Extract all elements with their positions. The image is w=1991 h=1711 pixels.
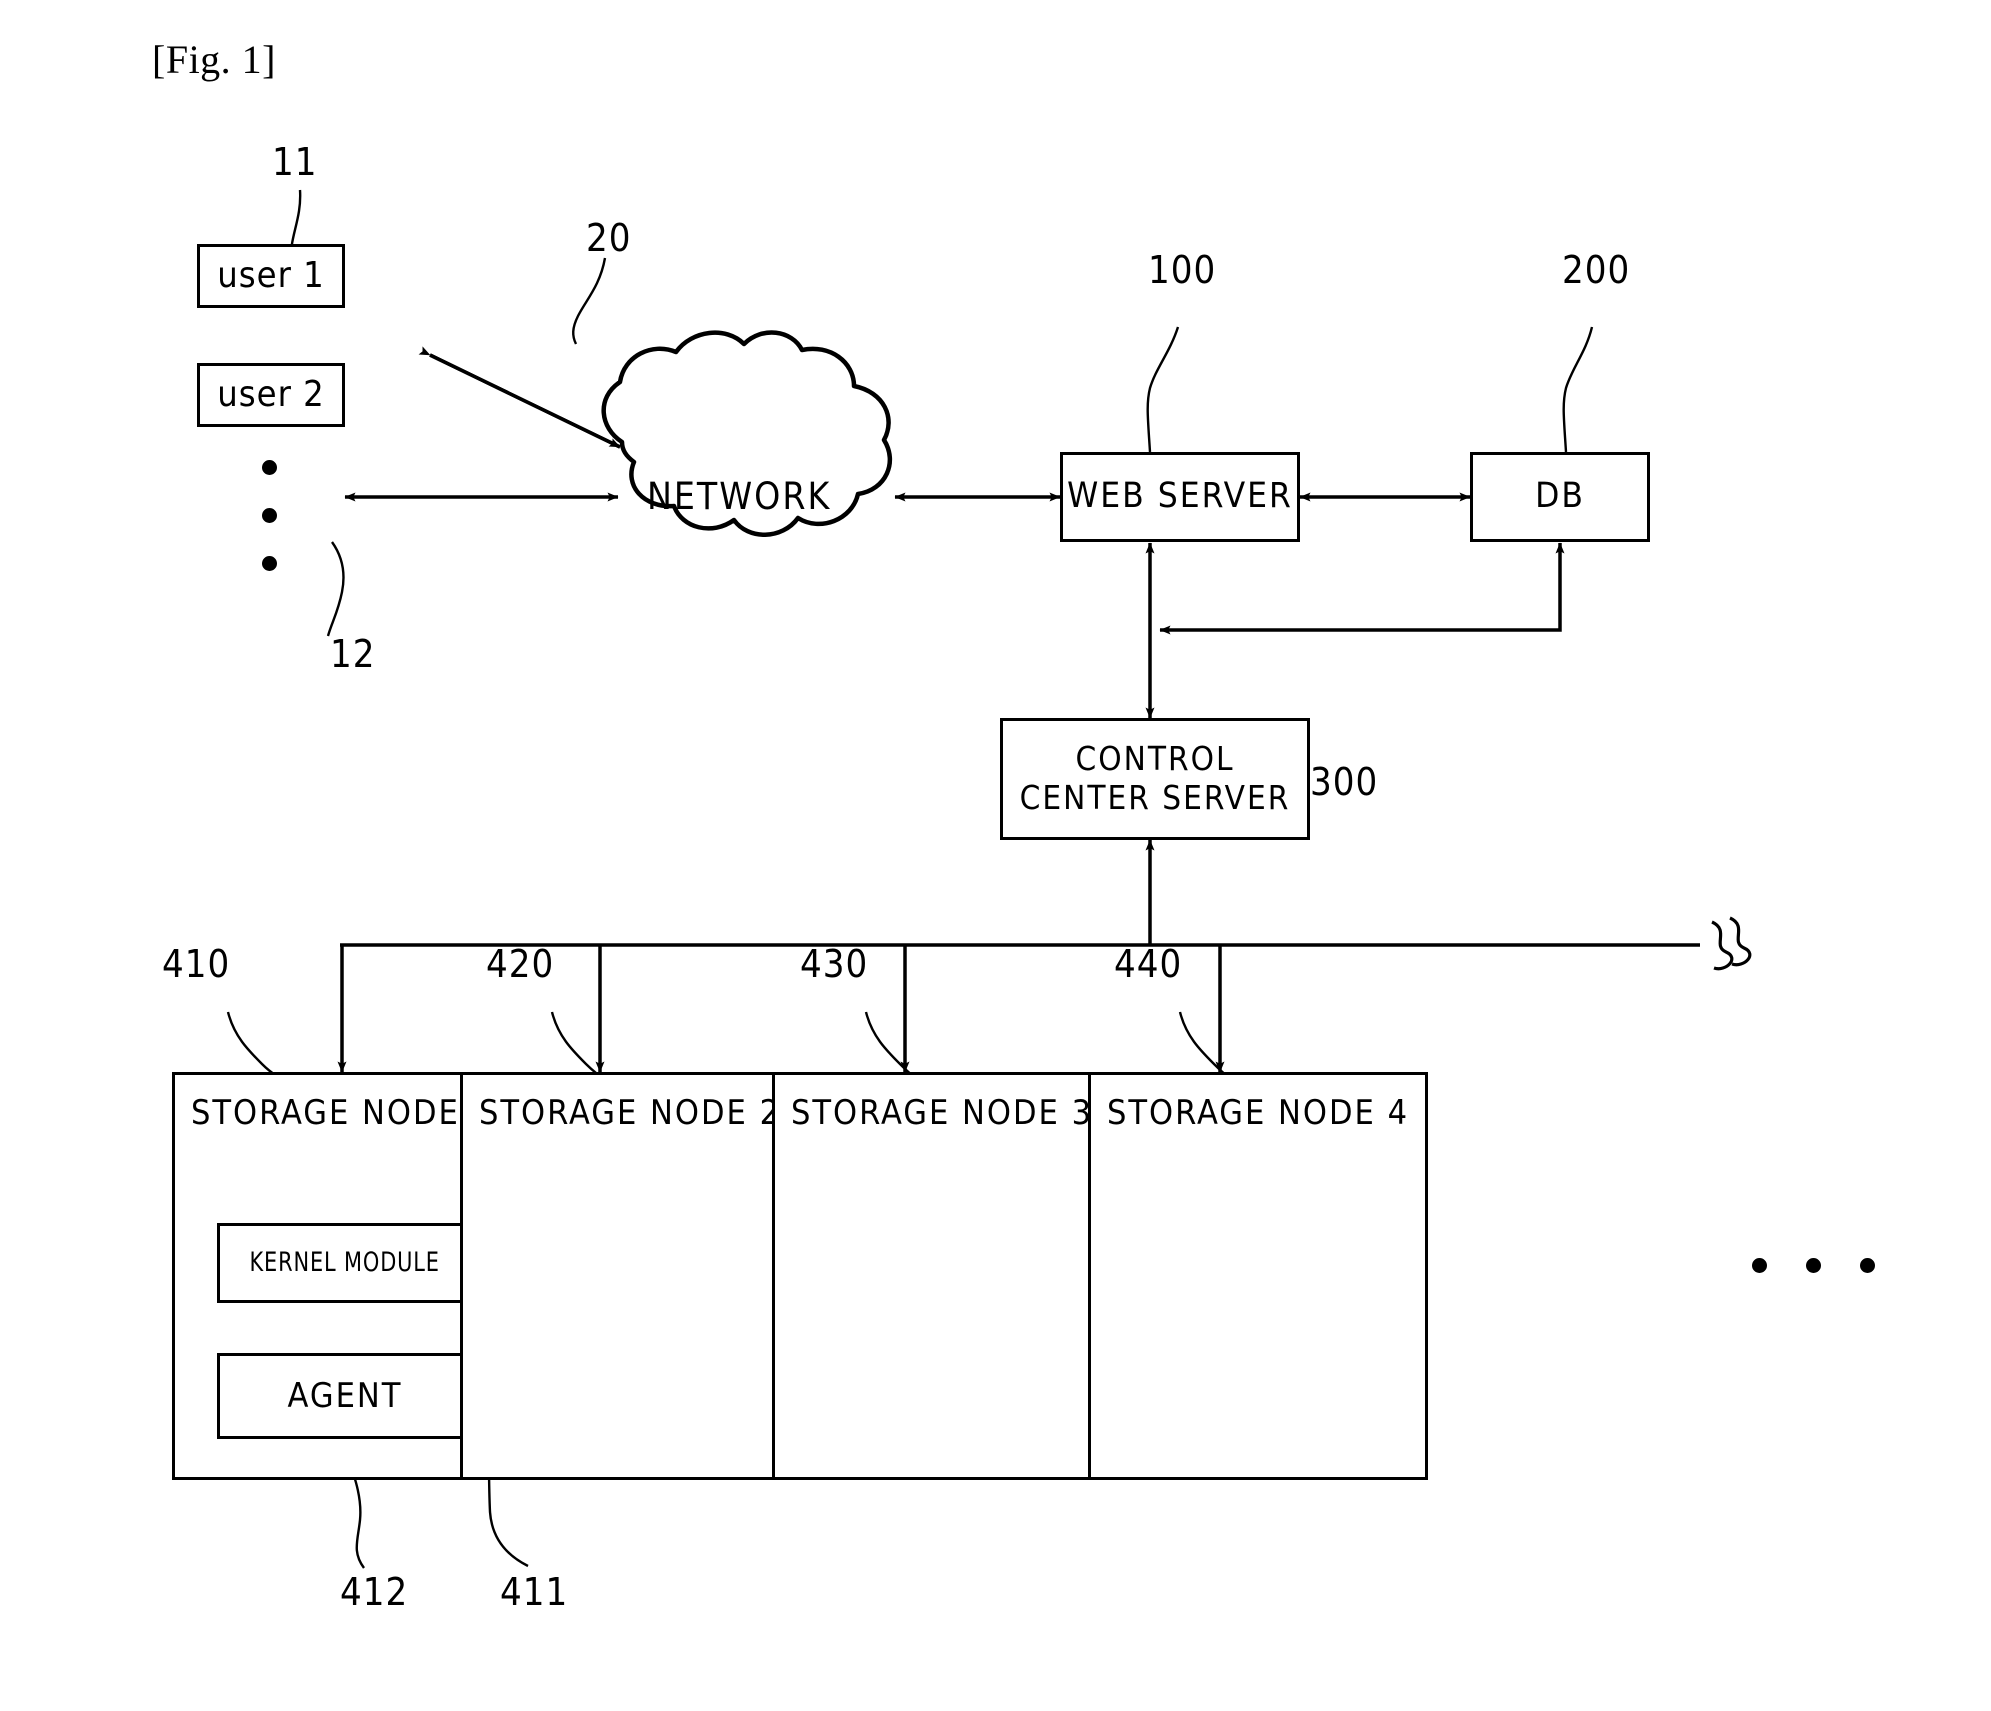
web-server-box[interactable]: WEB SERVER (1060, 452, 1300, 542)
ref-412: 412 (340, 1570, 409, 1614)
kernel-module-box[interactable]: KERNEL MODULE (217, 1223, 473, 1303)
ref-200: 200 (1562, 248, 1631, 292)
leader-12 (326, 541, 345, 637)
storage-node-3-label: STORAGE NODE 3 (790, 1093, 1094, 1133)
storage-node-1-label: STORAGE NODE 1 (190, 1093, 494, 1133)
user1-label: user 1 (217, 254, 325, 296)
ellipsis-dot (1806, 1258, 1821, 1273)
storage-node-2-label: STORAGE NODE 2 (478, 1093, 782, 1133)
link-user1-network (418, 346, 621, 449)
link-db-controlpath (1159, 542, 1565, 635)
user1-box[interactable]: user 1 (197, 244, 345, 308)
ref-410: 410 (162, 942, 231, 986)
agent-box[interactable]: AGENT (217, 1353, 473, 1439)
leader-20 (572, 257, 607, 345)
leader-100 (1146, 326, 1180, 453)
storage-node-3-box[interactable]: STORAGE NODE 3 (772, 1072, 1112, 1480)
ref-411: 411 (500, 1570, 569, 1614)
link-network-user1 (429, 353, 621, 449)
agent-label: AGENT (287, 1375, 403, 1416)
ref-420: 420 (486, 942, 555, 986)
ellipsis-dot (262, 508, 277, 523)
figure-title: [Fig. 1] (152, 37, 276, 82)
storage-node-2-box[interactable]: STORAGE NODE 2 (460, 1072, 800, 1480)
ref-100: 100 (1148, 248, 1217, 292)
ref-20: 20 (586, 216, 632, 260)
leader-200 (1562, 326, 1594, 453)
kernel-module-label: KERNEL MODULE (249, 1247, 441, 1279)
control-center-server-label: CONTROL CENTER SERVER (1019, 739, 1291, 817)
db-label: DB (1535, 476, 1585, 517)
ellipsis-dot (262, 460, 277, 475)
network-cloud-label: NETWORK (647, 475, 832, 518)
db-box[interactable]: DB (1470, 452, 1650, 542)
user2-box[interactable]: user 2 (197, 363, 345, 427)
patent-figure: [Fig. 1] user 1 11 user 2 12 NETWORK 20 … (0, 0, 1991, 1711)
ref-11: 11 (272, 140, 318, 184)
ref-300: 300 (1310, 760, 1379, 804)
ref-430: 430 (800, 942, 869, 986)
break-squiggle-icon (1711, 916, 1752, 971)
ellipsis-dot (1860, 1258, 1875, 1273)
web-server-label: WEB SERVER (1067, 476, 1293, 517)
ellipsis-dot (1752, 1258, 1767, 1273)
user2-label: user 2 (217, 373, 325, 415)
control-center-server-box[interactable]: CONTROL CENTER SERVER (1000, 718, 1310, 840)
storage-node-4-box[interactable]: STORAGE NODE 4 (1088, 1072, 1428, 1480)
ref-440: 440 (1114, 942, 1183, 986)
ref-12: 12 (330, 632, 376, 676)
ellipsis-dot (262, 556, 277, 571)
storage-node-4-label: STORAGE NODE 4 (1106, 1093, 1410, 1133)
